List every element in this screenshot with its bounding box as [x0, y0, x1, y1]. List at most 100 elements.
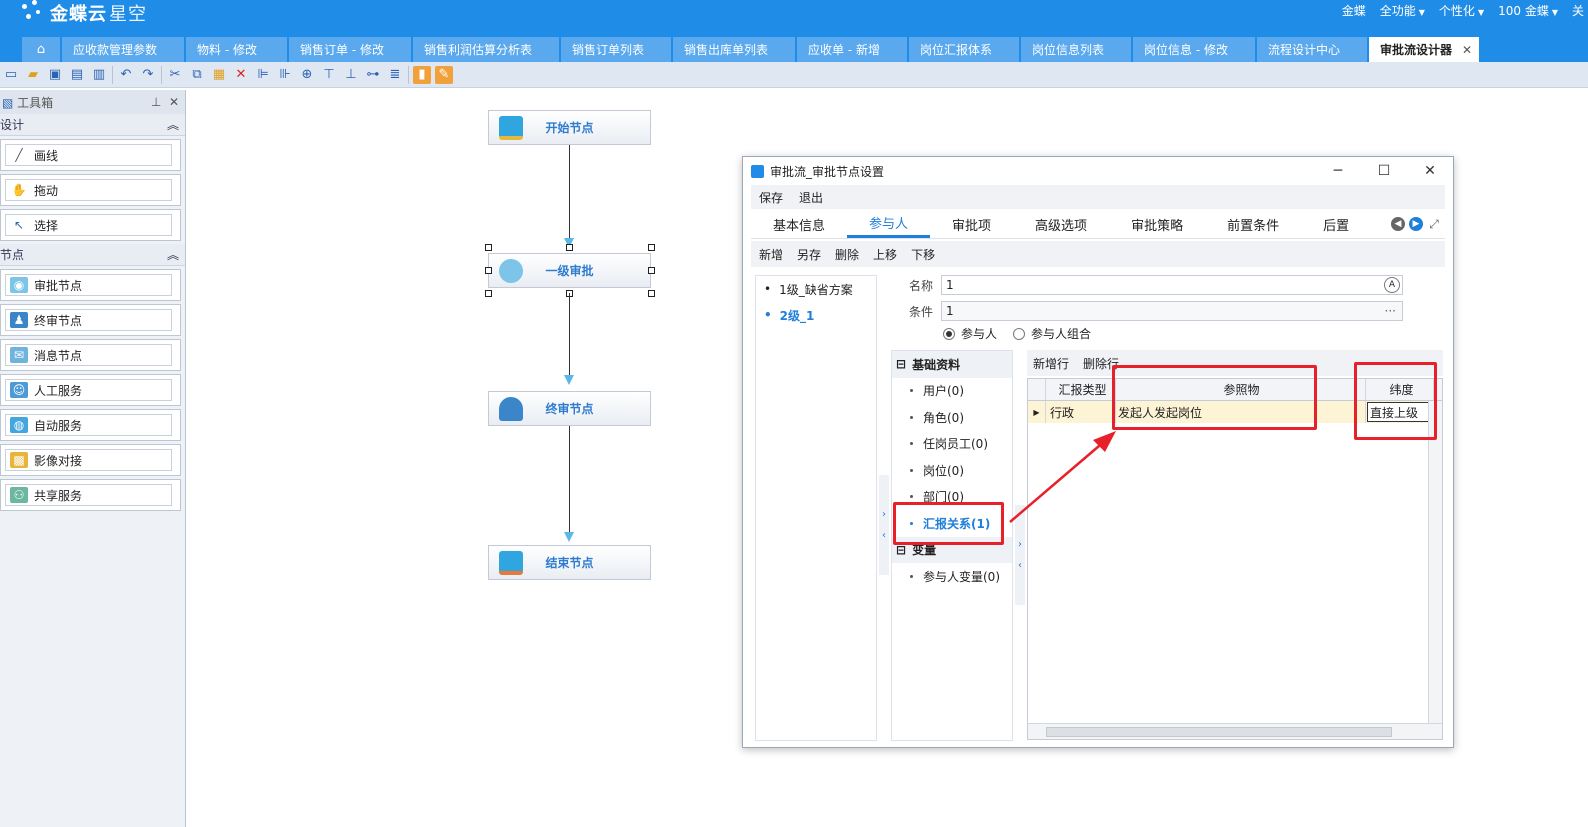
- new-icon[interactable]: ▭: [2, 66, 20, 84]
- toolbox-section-design[interactable]: 设计 ︽: [0, 114, 185, 136]
- header-user-menu[interactable]: 100 金蝶 ▼: [1498, 2, 1558, 19]
- resize-handle[interactable]: [566, 244, 573, 251]
- align-middle-icon[interactable]: ⊶: [364, 66, 382, 84]
- tree-item[interactable]: 参与人变量(0): [892, 563, 1012, 590]
- tool-shared-service[interactable]: ⚇ 共享服务: [0, 479, 181, 511]
- radio-participant-combo[interactable]: [1013, 327, 1026, 340]
- distribute-icon[interactable]: ≣: [386, 66, 404, 84]
- tab-strategy[interactable]: 审批策略: [1109, 210, 1205, 238]
- horizontal-scrollbar[interactable]: [1028, 723, 1442, 739]
- tab-item[interactable]: 销售订单列表: [561, 37, 671, 62]
- vertical-scrollbar[interactable]: [1428, 401, 1442, 725]
- logo[interactable]: 金蝶云 星空: [20, 0, 147, 26]
- tree-group-basic[interactable]: ⊟ 基础资料: [892, 351, 1012, 378]
- undo-icon[interactable]: ↶: [117, 66, 135, 84]
- tree-item[interactable]: 任岗员工(0): [892, 431, 1012, 458]
- tab-participants[interactable]: 参与人: [847, 210, 931, 238]
- tree-item[interactable]: 角色(0): [892, 404, 1012, 431]
- toolbox-section-nodes[interactable]: 节点 ︽: [0, 244, 185, 266]
- flow-node-final[interactable]: 终审节点: [488, 391, 651, 426]
- chevron-left-icon[interactable]: ‹: [882, 530, 886, 541]
- note-icon[interactable]: ✎: [435, 65, 453, 84]
- connector-line[interactable]: [569, 145, 570, 245]
- resize-handle[interactable]: [648, 290, 655, 297]
- resize-handle[interactable]: [485, 244, 492, 251]
- tab-item[interactable]: 岗位信息列表: [1021, 37, 1131, 62]
- chevron-right-icon[interactable]: ›: [1018, 539, 1022, 550]
- close-icon[interactable]: ✕: [1407, 157, 1453, 185]
- list-item[interactable]: • 1级_缺省方案: [756, 276, 876, 302]
- collapse-icon[interactable]: ︽: [167, 116, 179, 133]
- tab-item[interactable]: 岗位汇报体系: [909, 37, 1019, 62]
- header-close-link[interactable]: 关: [1572, 2, 1584, 19]
- tab-postcondition[interactable]: 后置: [1301, 210, 1371, 238]
- list-item-selected[interactable]: • 2级_1: [756, 302, 876, 328]
- tree-item[interactable]: 岗位(0): [892, 457, 1012, 484]
- tab-item[interactable]: 销售出库单列表: [673, 37, 795, 62]
- radio-participant[interactable]: [943, 327, 955, 340]
- resize-handle[interactable]: [648, 267, 655, 274]
- delete-button[interactable]: 删除: [835, 246, 859, 263]
- pin-icon[interactable]: ⊥: [151, 95, 161, 109]
- tab-item-active[interactable]: 审批流设计器 ✕: [1369, 37, 1479, 62]
- save-icon[interactable]: ▣: [46, 66, 64, 84]
- tool-final-node[interactable]: ♟ 终审节点: [0, 304, 181, 336]
- tab-basic-info[interactable]: 基本信息: [751, 210, 847, 238]
- scroll-thumb[interactable]: [1046, 727, 1392, 737]
- align-center-icon[interactable]: ⊕: [298, 66, 316, 84]
- tool-auto-service[interactable]: ◍ 自动服务: [0, 409, 181, 441]
- tool-drag[interactable]: ✋ 拖动: [0, 174, 181, 206]
- header-personalize[interactable]: 个性化 ▼: [1439, 2, 1484, 19]
- add-row-button[interactable]: 新增行: [1033, 355, 1069, 372]
- copy-icon[interactable]: ⧉: [188, 66, 206, 84]
- tab-precondition[interactable]: 前置条件: [1205, 210, 1301, 238]
- condition-field[interactable]: 1 ···: [941, 301, 1403, 321]
- property-icon[interactable]: ▮: [413, 65, 431, 84]
- tool-message-node[interactable]: ✉ 消息节点: [0, 339, 181, 371]
- flow-node-end[interactable]: 结束节点: [488, 545, 651, 580]
- open-folder-icon[interactable]: ▰: [24, 66, 42, 84]
- header-all-functions[interactable]: 全功能 ▼: [1380, 2, 1425, 19]
- save-as-button[interactable]: 另存: [797, 246, 821, 263]
- tab-item[interactable]: 流程设计中心: [1257, 37, 1367, 62]
- align-top-icon[interactable]: ⊤: [320, 66, 338, 84]
- move-up-button[interactable]: 上移: [873, 246, 897, 263]
- maximize-icon[interactable]: ☐: [1361, 157, 1407, 185]
- add-button[interactable]: 新增: [759, 246, 783, 263]
- tab-approval-items[interactable]: 审批项: [930, 210, 1013, 238]
- expand-icon[interactable]: ⤢: [1427, 217, 1441, 231]
- save-button[interactable]: 保存: [759, 189, 783, 206]
- preview-icon[interactable]: ▥: [90, 66, 108, 84]
- tool-approval-node[interactable]: ◉ 审批节点: [0, 269, 181, 301]
- tool-image-dock[interactable]: ▩ 影像对接: [0, 444, 181, 476]
- header-org-link[interactable]: 金蝶: [1342, 2, 1366, 19]
- panel-splitter[interactable]: › ‹: [879, 475, 889, 575]
- resize-handle[interactable]: [648, 244, 655, 251]
- connector-line[interactable]: [569, 426, 570, 532]
- move-down-button[interactable]: 下移: [911, 246, 935, 263]
- prev-tab-icon[interactable]: ◀: [1391, 217, 1405, 231]
- tool-draw-line[interactable]: ╱ 画线: [0, 139, 181, 171]
- chevron-left-icon[interactable]: ‹: [1018, 560, 1022, 571]
- align-bottom-icon[interactable]: ⊥: [342, 66, 360, 84]
- tab-item[interactable]: 销售利润估算分析表: [413, 37, 559, 62]
- tab-item[interactable]: 物料 - 修改: [186, 37, 287, 62]
- cut-icon[interactable]: ✂: [166, 66, 184, 84]
- tab-item[interactable]: 岗位信息 - 修改: [1133, 37, 1255, 62]
- name-field[interactable]: 1A: [941, 275, 1403, 295]
- cell-report-type[interactable]: 行政: [1046, 401, 1116, 423]
- ellipsis-icon[interactable]: ···: [1385, 304, 1396, 318]
- resize-handle[interactable]: [485, 290, 492, 297]
- tree-item[interactable]: 用户(0): [892, 378, 1012, 405]
- tab-item[interactable]: 应收单 - 新增: [797, 37, 907, 62]
- connector-line[interactable]: [569, 293, 570, 375]
- tool-manual-service[interactable]: ☺ 人工服务: [0, 374, 181, 406]
- flow-node-approval[interactable]: 一级审批: [488, 253, 651, 288]
- resize-handle[interactable]: [485, 267, 492, 274]
- align-right-icon[interactable]: ⊪: [276, 66, 294, 84]
- collapse-icon[interactable]: ︽: [167, 246, 179, 263]
- close-icon[interactable]: ✕: [1462, 43, 1472, 57]
- tab-item[interactable]: 销售订单 - 修改: [289, 37, 411, 62]
- next-tab-icon[interactable]: ▶: [1409, 217, 1423, 231]
- collapse-icon[interactable]: ⊟: [896, 357, 906, 371]
